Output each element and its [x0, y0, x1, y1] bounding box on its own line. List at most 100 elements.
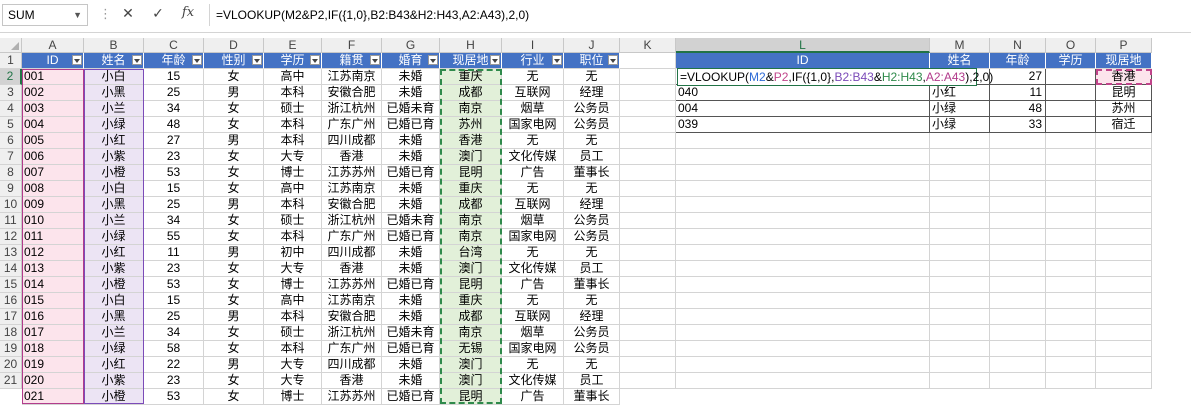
empty-cell[interactable] — [620, 181, 676, 197]
empty-cell[interactable] — [620, 165, 676, 181]
column-header-e[interactable]: E — [264, 38, 322, 53]
table-cell[interactable]: 未婚 — [382, 293, 440, 309]
lookup-cell[interactable]: 小绿 — [930, 101, 990, 117]
table-cell[interactable]: 博士 — [264, 389, 322, 405]
table-cell[interactable]: 未婚 — [382, 181, 440, 197]
table-cell[interactable]: 小绿 — [84, 117, 144, 133]
empty-cell[interactable] — [1046, 133, 1096, 149]
table-cell[interactable]: 男 — [204, 197, 264, 213]
empty-cell[interactable] — [1096, 293, 1152, 309]
table-cell[interactable]: 重庆 — [440, 293, 502, 309]
empty-cell[interactable] — [1096, 181, 1152, 197]
empty-cell[interactable] — [620, 357, 676, 373]
empty-cell[interactable] — [1096, 373, 1152, 389]
table-cell[interactable]: 016 — [22, 309, 84, 325]
table-cell[interactable]: 017 — [22, 325, 84, 341]
table-cell[interactable]: 香港 — [322, 373, 382, 389]
table-cell[interactable]: 34 — [144, 213, 204, 229]
empty-cell[interactable] — [990, 293, 1046, 309]
empty-cell[interactable] — [1046, 309, 1096, 325]
table-cell[interactable]: 无 — [564, 293, 620, 309]
table-cell[interactable]: 女 — [204, 277, 264, 293]
table-cell[interactable]: 未婚 — [382, 261, 440, 277]
table-cell[interactable]: 女 — [204, 229, 264, 245]
lookup-header-cell[interactable]: 姓名 — [930, 53, 990, 69]
empty-cell[interactable] — [990, 277, 1046, 293]
empty-cell[interactable] — [620, 85, 676, 101]
table-cell[interactable]: 无 — [502, 357, 564, 373]
table-cell[interactable]: 博士 — [264, 165, 322, 181]
table-cell[interactable]: 台湾 — [440, 245, 502, 261]
empty-cell[interactable] — [990, 229, 1046, 245]
lookup-cell[interactable]: 香港 — [1096, 69, 1152, 85]
table-cell[interactable]: 小黑 — [84, 85, 144, 101]
table-cell[interactable]: 男 — [204, 85, 264, 101]
table-cell[interactable]: 小紫 — [84, 261, 144, 277]
filter-dropdown-icon[interactable] — [428, 55, 438, 65]
row-header-12[interactable]: 12 — [0, 229, 22, 245]
table-cell[interactable]: 004 — [22, 117, 84, 133]
table-cell[interactable]: 烟草 — [502, 213, 564, 229]
table-cell[interactable]: 15 — [144, 69, 204, 85]
table-cell[interactable]: 本科 — [264, 133, 322, 149]
table-cell[interactable]: 男 — [204, 357, 264, 373]
empty-cell[interactable] — [620, 293, 676, 309]
table-cell[interactable]: 女 — [204, 293, 264, 309]
table-cell[interactable]: 国家电网 — [502, 117, 564, 133]
filter-dropdown-icon[interactable] — [192, 55, 202, 65]
row-header-10[interactable]: 10 — [0, 197, 22, 213]
table-cell[interactable]: 53 — [144, 277, 204, 293]
lookup-cell[interactable]: 小红 — [930, 85, 990, 101]
table-cell[interactable]: 012 — [22, 245, 84, 261]
table-cell[interactable]: 董事长 — [564, 389, 620, 405]
empty-cell[interactable] — [676, 245, 930, 261]
table-cell[interactable]: 无 — [502, 181, 564, 197]
table-cell[interactable]: 广告 — [502, 389, 564, 405]
table-cell[interactable]: 高中 — [264, 181, 322, 197]
empty-cell[interactable] — [676, 149, 930, 165]
empty-cell[interactable] — [620, 373, 676, 389]
table-cell[interactable]: 018 — [22, 341, 84, 357]
table-cell[interactable]: 公务员 — [564, 117, 620, 133]
empty-cell[interactable] — [620, 117, 676, 133]
filter-dropdown-icon[interactable] — [490, 55, 500, 65]
empty-cell[interactable] — [930, 341, 990, 357]
table-cell[interactable]: 小橙 — [84, 277, 144, 293]
empty-cell[interactable] — [1046, 277, 1096, 293]
lookup-header-cell[interactable]: 学历 — [1046, 53, 1096, 69]
empty-cell[interactable] — [990, 213, 1046, 229]
table-cell[interactable]: 007 — [22, 165, 84, 181]
empty-cell[interactable] — [676, 165, 930, 181]
table-cell[interactable]: 23 — [144, 373, 204, 389]
table-cell[interactable]: 昆明 — [440, 277, 502, 293]
table-cell[interactable]: 小红 — [84, 357, 144, 373]
row-header-17[interactable]: 17 — [0, 309, 22, 325]
filter-dropdown-icon[interactable] — [608, 55, 618, 65]
table-cell[interactable]: 女 — [204, 341, 264, 357]
table-cell[interactable]: 本科 — [264, 309, 322, 325]
table-cell[interactable]: 小白 — [84, 69, 144, 85]
table-header-cell[interactable]: 现居地 — [440, 53, 502, 69]
table-cell[interactable]: 本科 — [264, 117, 322, 133]
row-header-13[interactable]: 13 — [0, 245, 22, 261]
empty-cell[interactable] — [1096, 341, 1152, 357]
table-header-cell[interactable]: 婚育 — [382, 53, 440, 69]
table-cell[interactable]: 江苏南京 — [322, 181, 382, 197]
filter-dropdown-icon[interactable] — [132, 55, 142, 65]
enter-icon[interactable]: ✓ — [148, 5, 168, 22]
table-cell[interactable]: 浙江杭州 — [322, 101, 382, 117]
empty-cell[interactable] — [930, 213, 990, 229]
table-cell[interactable]: 005 — [22, 133, 84, 149]
table-cell[interactable]: 大专 — [264, 261, 322, 277]
empty-cell[interactable] — [930, 197, 990, 213]
empty-cell[interactable] — [620, 309, 676, 325]
table-cell[interactable]: 本科 — [264, 341, 322, 357]
empty-cell[interactable] — [620, 245, 676, 261]
empty-cell[interactable] — [676, 341, 930, 357]
column-header-o[interactable]: O — [1046, 38, 1096, 53]
table-cell[interactable]: 未婚 — [382, 197, 440, 213]
table-cell[interactable]: 互联网 — [502, 197, 564, 213]
table-cell[interactable]: 55 — [144, 229, 204, 245]
table-cell[interactable]: 女 — [204, 181, 264, 197]
empty-cell[interactable] — [676, 357, 930, 373]
